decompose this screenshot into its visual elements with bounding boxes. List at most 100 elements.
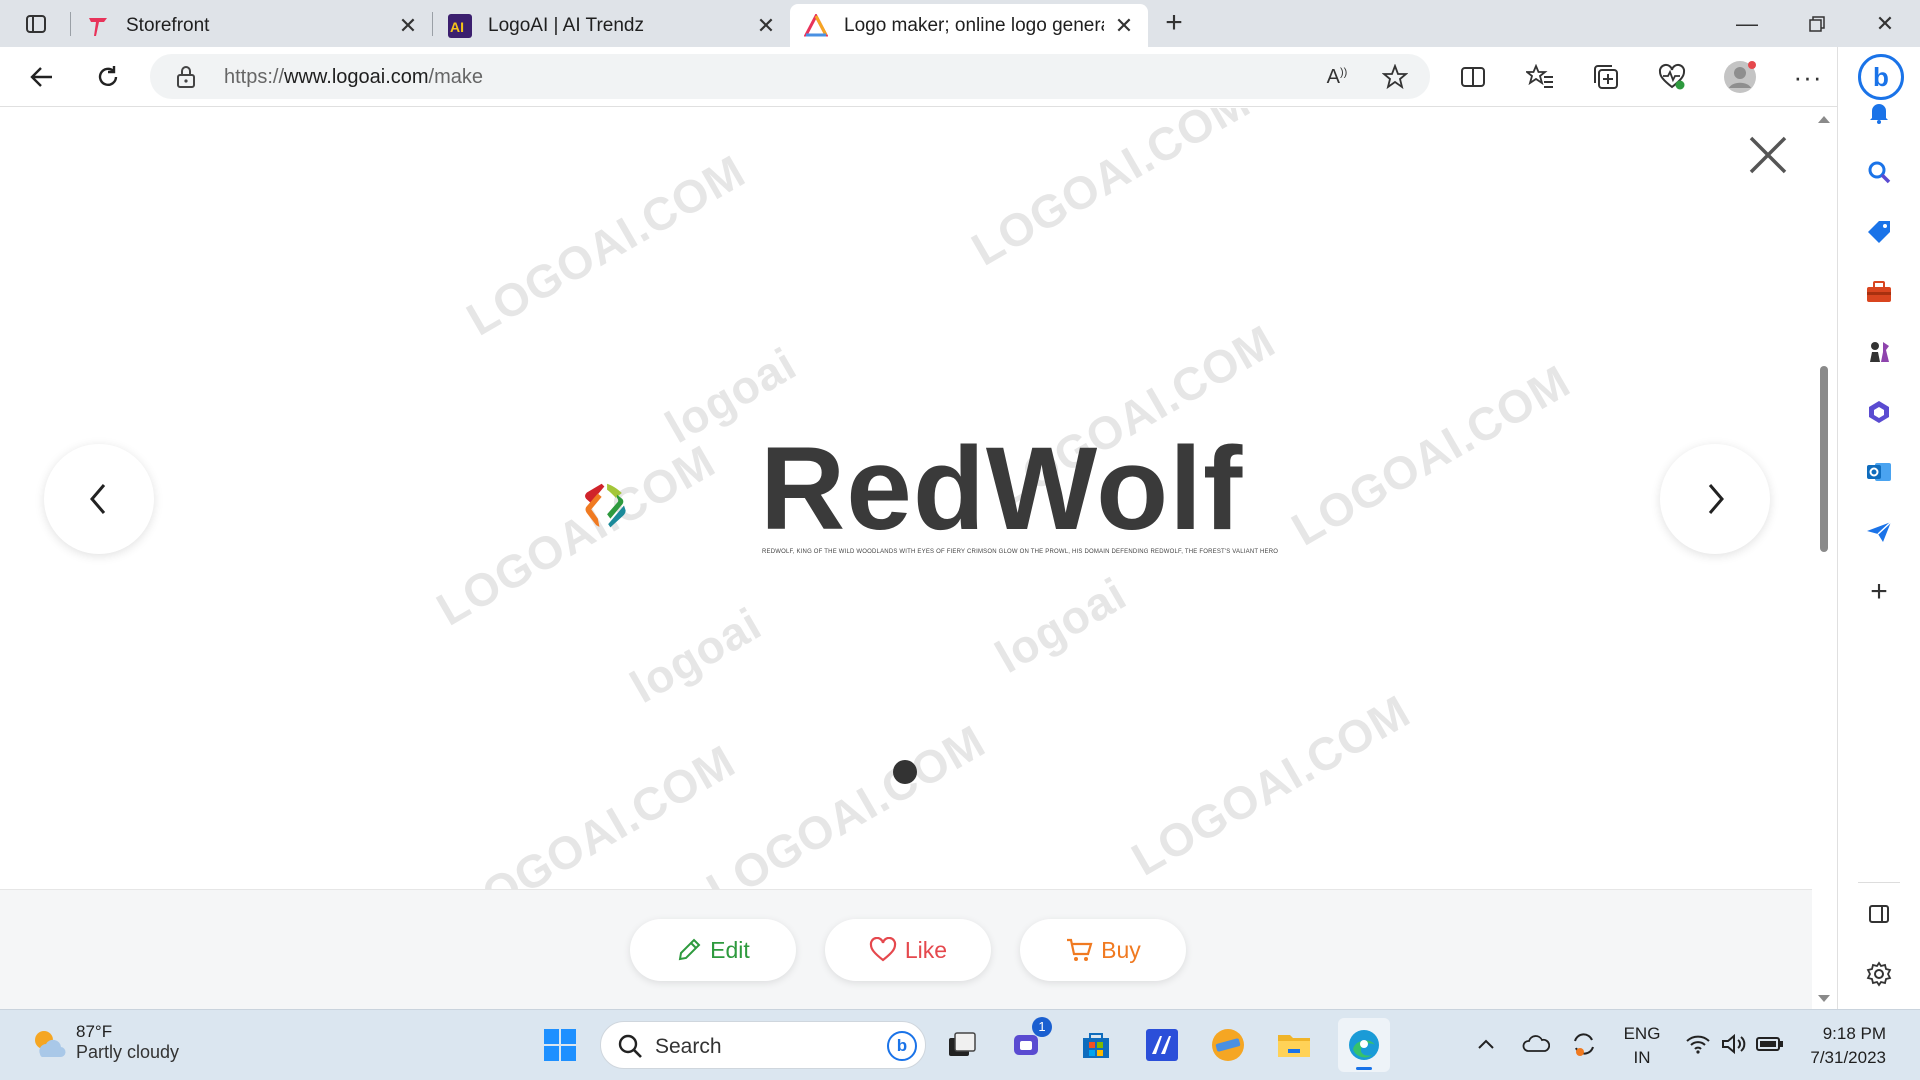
refresh-button[interactable] bbox=[90, 59, 126, 95]
sidebar-games[interactable] bbox=[1862, 335, 1896, 369]
tab-storefront[interactable]: Storefront ✕ bbox=[72, 4, 432, 47]
scroll-thumb[interactable] bbox=[1820, 366, 1828, 552]
watermark: LOGOAI.COM bbox=[962, 108, 1259, 276]
sidebar-add-button[interactable]: + bbox=[1862, 575, 1896, 609]
restore-button[interactable] bbox=[1794, 8, 1840, 40]
tab-logoai-trendz[interactable]: AI LogoAI | AI Trendz ✕ bbox=[434, 4, 790, 47]
battery-button[interactable] bbox=[1752, 1026, 1788, 1062]
wifi-icon bbox=[1686, 1035, 1710, 1054]
url-path: /make bbox=[428, 66, 484, 88]
favorites-button[interactable] bbox=[1522, 59, 1558, 95]
teams-chat-button[interactable]: 1 bbox=[1006, 1017, 1052, 1067]
task-view-button[interactable] bbox=[940, 1023, 984, 1067]
edge-taskbar-button[interactable] bbox=[1338, 1018, 1390, 1072]
like-button[interactable]: Like bbox=[825, 919, 991, 981]
tag-icon bbox=[1868, 221, 1890, 243]
storefront-favicon-icon bbox=[86, 14, 110, 38]
scroll-up-icon[interactable] bbox=[1812, 112, 1836, 126]
page-scrollbar[interactable] bbox=[1812, 108, 1836, 1009]
buy-label: Buy bbox=[1101, 936, 1141, 963]
sidebar-toggle-icon bbox=[1869, 905, 1889, 923]
scroll-down-icon[interactable] bbox=[1812, 992, 1836, 1006]
start-button[interactable] bbox=[538, 1023, 582, 1067]
watermark: LOGOAI.COM bbox=[1282, 354, 1579, 556]
new-tab-button[interactable]: + bbox=[1158, 8, 1190, 40]
loading-dot bbox=[893, 760, 917, 784]
toolbox-icon bbox=[1867, 281, 1891, 302]
sidebar-microsoft-365[interactable] bbox=[1862, 395, 1896, 429]
edge-sidebar: + bbox=[1837, 47, 1920, 1009]
close-preview-button[interactable] bbox=[1745, 132, 1791, 178]
sidebar-settings-button[interactable] bbox=[1862, 957, 1896, 991]
onedrive-button[interactable] bbox=[1518, 1026, 1554, 1062]
weather-description: Partly cloudy bbox=[76, 1042, 180, 1062]
window-close-button[interactable]: ✕ bbox=[1862, 8, 1908, 40]
app-icon-button[interactable] bbox=[1140, 1023, 1184, 1067]
logo-mark-icon bbox=[585, 483, 626, 528]
sync-status-button[interactable] bbox=[1566, 1026, 1602, 1062]
sidebar-outlook[interactable] bbox=[1862, 455, 1896, 489]
volume-button[interactable] bbox=[1716, 1026, 1752, 1062]
browser-essentials-button[interactable] bbox=[1654, 59, 1690, 95]
watermark: LOGOAI.COM bbox=[1122, 684, 1419, 886]
sync-icon bbox=[1574, 1033, 1594, 1056]
lock-icon[interactable] bbox=[176, 65, 196, 89]
favorite-button[interactable] bbox=[1380, 62, 1410, 92]
cart-icon bbox=[1067, 938, 1093, 961]
tab-strip: Storefront ✕ AI LogoAI | AI Trendz ✕ Log… bbox=[0, 0, 1920, 47]
settings-more-button[interactable]: ··· bbox=[1790, 59, 1826, 95]
clock[interactable]: 9:18 PM 7/31/2023 bbox=[1800, 1022, 1886, 1070]
pencil-icon bbox=[678, 938, 701, 961]
sidebar-tools[interactable] bbox=[1862, 275, 1896, 309]
restore-icon bbox=[1809, 16, 1825, 32]
previous-logo-button[interactable] bbox=[44, 444, 154, 554]
heart-pulse-icon bbox=[1658, 63, 1686, 90]
sidebar-send[interactable] bbox=[1862, 515, 1896, 549]
chevron-right-icon bbox=[1708, 484, 1724, 514]
bell-icon bbox=[1870, 104, 1888, 124]
tab-close-icon[interactable]: ✕ bbox=[396, 14, 420, 38]
tab-close-icon[interactable]: ✕ bbox=[754, 14, 778, 38]
close-icon bbox=[1749, 136, 1787, 174]
sidebar-notifications[interactable] bbox=[1862, 95, 1896, 129]
clock-time: 9:18 PM bbox=[1822, 1024, 1886, 1043]
tab-actions-button[interactable] bbox=[14, 10, 58, 38]
plus-icon: + bbox=[1165, 6, 1183, 39]
minimize-button[interactable]: — bbox=[1724, 8, 1770, 40]
more-icon: ··· bbox=[1793, 61, 1823, 92]
bing-icon: b bbox=[887, 1031, 917, 1061]
microsoft-store-button[interactable] bbox=[1074, 1023, 1118, 1067]
speaker-icon bbox=[1722, 1033, 1746, 1055]
edit-button[interactable]: Edit bbox=[630, 919, 796, 981]
app-icon-button[interactable] bbox=[1206, 1023, 1250, 1067]
bing-copilot-button[interactable]: b bbox=[1858, 54, 1904, 100]
edge-icon bbox=[1349, 1030, 1379, 1060]
collections-icon bbox=[1594, 65, 1618, 89]
input-language-button[interactable]: ENG IN bbox=[1620, 1022, 1664, 1070]
tab-close-icon[interactable]: ✕ bbox=[1112, 14, 1136, 38]
sidebar-search[interactable] bbox=[1862, 155, 1896, 189]
cloud-icon bbox=[1522, 1035, 1550, 1052]
file-explorer-button[interactable] bbox=[1272, 1023, 1316, 1067]
profile-button[interactable] bbox=[1722, 59, 1758, 95]
star-icon bbox=[1382, 64, 1408, 90]
url-scheme: https:// bbox=[224, 66, 285, 88]
orange-app-icon bbox=[1212, 1029, 1244, 1061]
address-bar[interactable]: https://www.logoai.com/make A)) bbox=[150, 54, 1430, 99]
split-screen-button[interactable] bbox=[1455, 59, 1491, 95]
wifi-button[interactable] bbox=[1680, 1026, 1716, 1062]
tab-logo-maker[interactable]: Logo maker; online logo generat ✕ bbox=[790, 4, 1148, 47]
weather-widget[interactable]: 87°F Partly cloudy bbox=[30, 1022, 179, 1063]
url-text[interactable]: https://www.logoai.com/make bbox=[224, 66, 483, 89]
buy-button[interactable]: Buy bbox=[1020, 919, 1186, 981]
read-aloud-button[interactable]: A)) bbox=[1322, 62, 1352, 92]
hide-sidebar-button[interactable] bbox=[1862, 897, 1896, 931]
language-code: ENG bbox=[1623, 1024, 1661, 1043]
taskbar-search[interactable]: Search b bbox=[600, 1021, 926, 1069]
next-logo-button[interactable] bbox=[1660, 444, 1770, 554]
collections-button[interactable] bbox=[1588, 59, 1624, 95]
show-hidden-icons-button[interactable] bbox=[1468, 1026, 1504, 1062]
sidebar-shopping[interactable] bbox=[1862, 215, 1896, 249]
back-button[interactable] bbox=[24, 59, 60, 95]
logoai-trendz-favicon-icon: AI bbox=[448, 13, 472, 38]
